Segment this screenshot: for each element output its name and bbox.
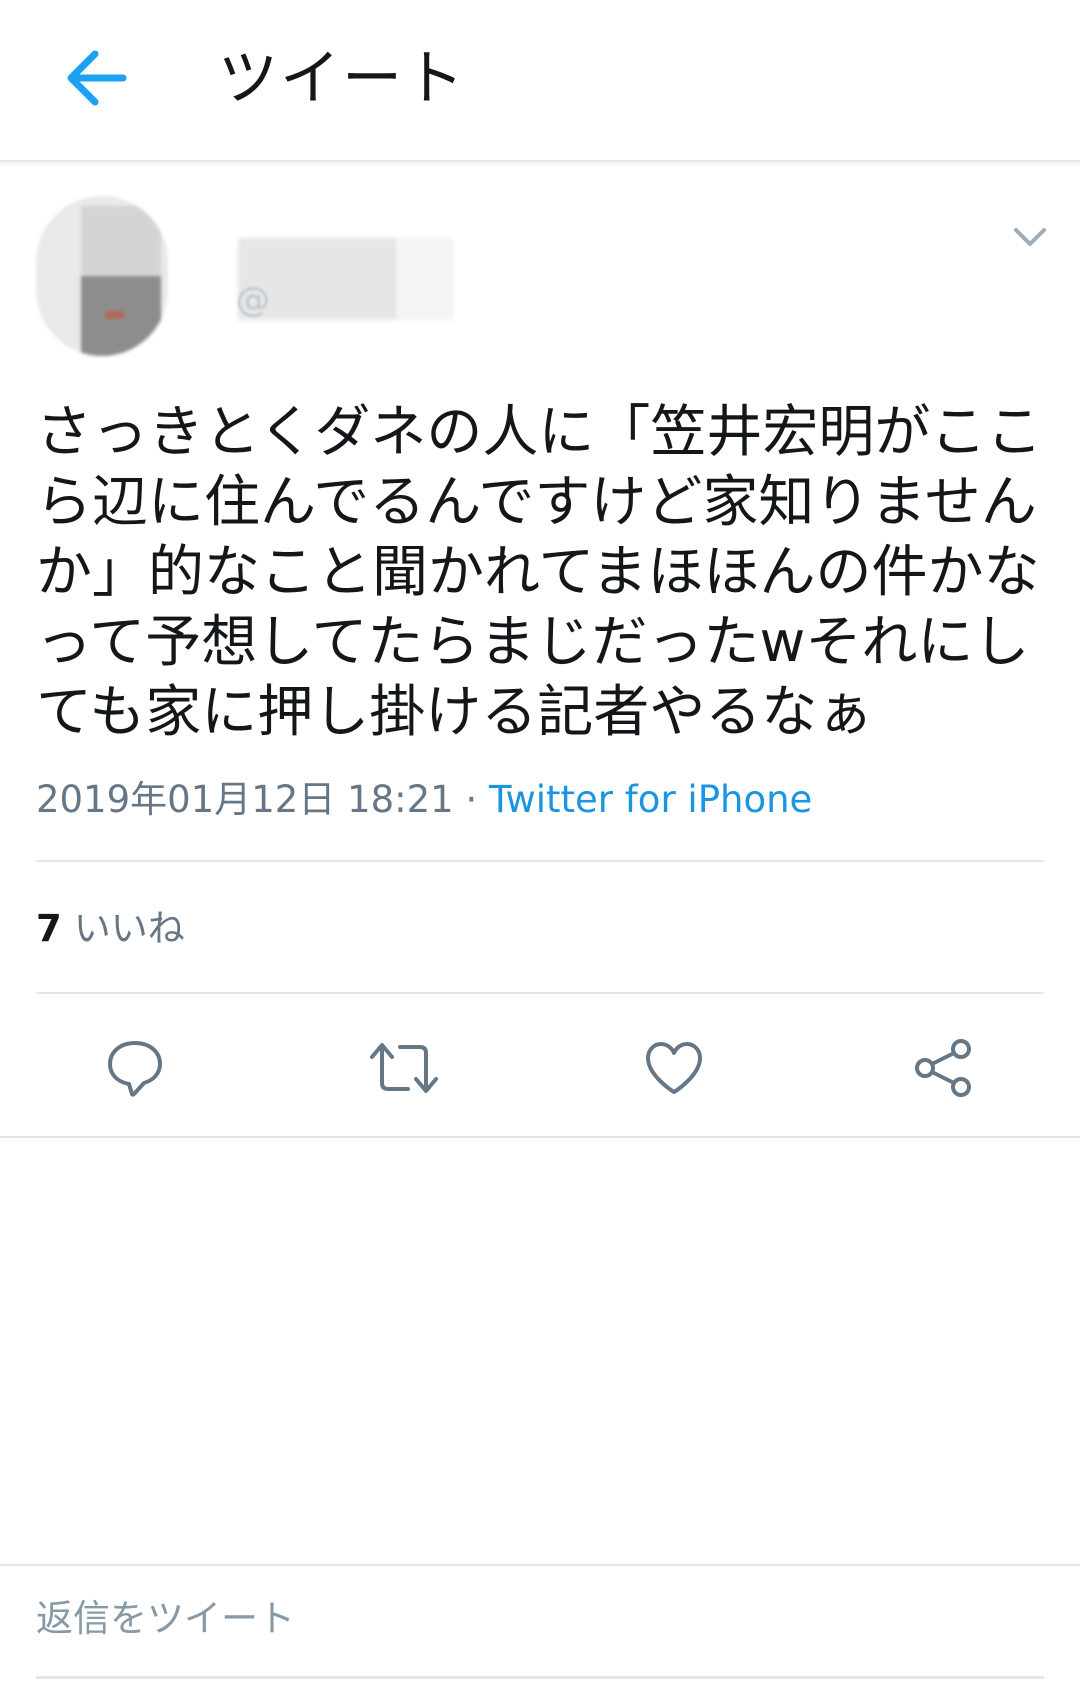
back-button[interactable] <box>56 38 136 118</box>
tweet-text: さっきとくダネの人に「笠井宏明がここ ら辺に住んでるんですけど家知りません か」… <box>36 400 1043 745</box>
tweet-author: @ <box>0 160 1080 380</box>
likes-count: 7 <box>36 907 62 950</box>
retweet-icon <box>370 1043 438 1093</box>
divider <box>36 992 1044 994</box>
page-title: ツイート <box>218 44 466 114</box>
tweet-meta: 2019年01月12日 18:21 · Twitter for iPhone <box>36 776 812 824</box>
share-button[interactable] <box>904 1036 984 1100</box>
app-header: ツイート <box>0 0 1080 162</box>
divider <box>36 860 1044 862</box>
author-handle: @ <box>236 280 270 320</box>
share-icon <box>915 1039 971 1097</box>
like-button[interactable] <box>634 1036 714 1100</box>
chevron-down-icon <box>1014 228 1046 246</box>
likes-stat[interactable]: 7 いいね <box>36 904 185 954</box>
tweet-timestamp: 2019年01月12日 18:21 <box>36 778 454 821</box>
reply-input-underline <box>36 1676 1044 1679</box>
reply-bubble-icon <box>108 1041 162 1097</box>
reply-input[interactable]: 返信をツイート <box>36 1594 295 1644</box>
reply-button[interactable] <box>95 1036 175 1100</box>
heart-icon <box>646 1042 702 1094</box>
likes-label: いいね <box>73 907 185 950</box>
arrow-left-icon <box>67 50 127 106</box>
reply-composer: 返信をツイート <box>0 1566 1080 1681</box>
author-name-redacted-edge <box>398 238 453 320</box>
meta-separator: · <box>453 778 490 821</box>
divider <box>0 1136 1080 1138</box>
tweet-client-link[interactable]: Twitter for iPhone <box>489 778 812 821</box>
tweet-menu-button[interactable] <box>1010 222 1050 252</box>
retweet-button[interactable] <box>364 1036 444 1100</box>
tweet-actions <box>0 1000 1080 1134</box>
avatar[interactable] <box>36 196 168 356</box>
